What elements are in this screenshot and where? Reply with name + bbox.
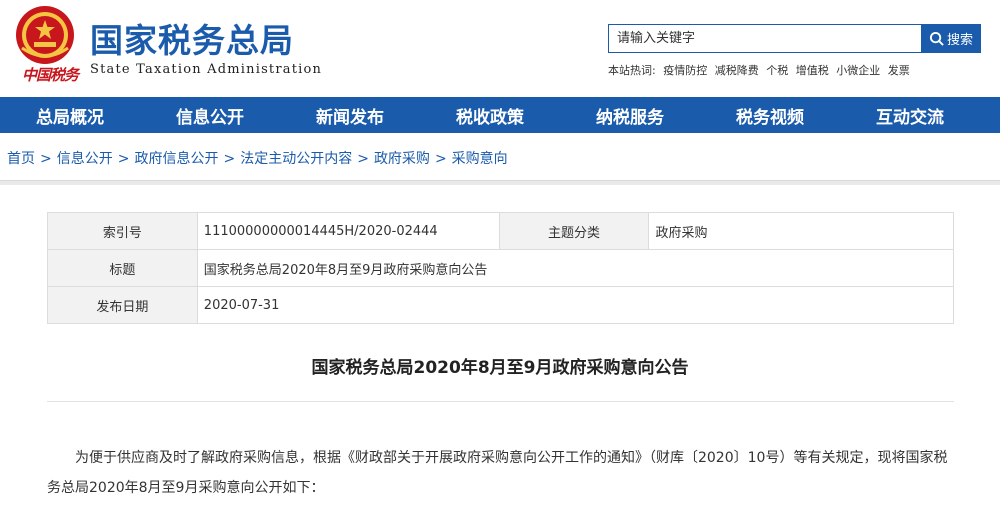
article-divider (47, 401, 954, 402)
nav-item-info-disclosure[interactable]: 信息公开 (140, 97, 280, 133)
breadcrumb-link[interactable]: 首页 (7, 151, 35, 167)
site-title[interactable]: 国家税务总局 (90, 14, 294, 62)
breadcrumb-separator: > (434, 151, 447, 167)
breadcrumb: 首页 > 信息公开 > 政府信息公开 > 法定主动公开内容 > 政府采购 > 采购意向 (7, 148, 508, 168)
hot-word-link[interactable]: 小微企业 (836, 64, 880, 77)
table-row: 标题 国家税务总局2020年8月至9月政府采购意向公告 (47, 249, 955, 287)
logo-script-text: 中国税务 (22, 66, 79, 84)
breadcrumb-separator: > (40, 151, 52, 167)
title-value: 国家税务总局2020年8月至9月政府采购意向公告 (196, 249, 955, 287)
site-subtitle: State Taxation Administration (90, 62, 323, 77)
breadcrumb-separator: > (357, 151, 369, 167)
breadcrumb-link[interactable]: 政府信息公开 (134, 151, 218, 167)
breadcrumb-link[interactable]: 政府采购 (374, 151, 430, 167)
hot-words: 本站热词: 疫情防控 减税降费 个税 增值税 小微企业 发票 (608, 62, 914, 78)
nav-item-tax-video[interactable]: 税务视频 (700, 97, 840, 133)
breadcrumb-separator: > (117, 151, 130, 167)
title-label: 标题 (47, 249, 198, 287)
hot-word-link[interactable]: 减税降费 (715, 64, 759, 77)
search-button[interactable]: 搜索 (921, 24, 981, 53)
nav-item-tax-policy[interactable]: 税收政策 (420, 97, 560, 133)
topic-label: 主题分类 (498, 212, 650, 250)
article-title: 国家税务总局2020年8月至9月政府采购意向公告 (311, 358, 689, 378)
content-area: 索引号 11100000000014445H/2020-02444 主题分类 政… (0, 185, 1000, 515)
date-value: 2020-07-31 (196, 286, 955, 324)
site-header: 中国税务 国家税务总局 State Taxation Administratio… (0, 0, 1000, 97)
hot-word-link[interactable]: 增值税 (796, 64, 829, 77)
index-value: 11100000000014445H/2020-02444 (196, 212, 500, 250)
search-icon (929, 31, 944, 46)
nav-item-interaction[interactable]: 互动交流 (840, 97, 980, 133)
table-row: 发布日期 2020-07-31 (47, 286, 955, 324)
topic-value: 政府采购 (648, 212, 954, 250)
main-nav: 总局概况 信息公开 新闻发布 税收政策 纳税服务 税务视频 互动交流 (0, 97, 1000, 133)
table-row: 索引号 11100000000014445H/2020-02444 主题分类 政… (47, 212, 954, 250)
breadcrumb-separator: > (223, 151, 236, 167)
hot-word-link[interactable]: 个税 (766, 64, 788, 77)
nav-item-overview[interactable]: 总局概况 (0, 97, 140, 133)
nav-item-taxpayer-service[interactable]: 纳税服务 (560, 97, 700, 133)
index-label: 索引号 (47, 212, 198, 250)
breadcrumb-link[interactable]: 法定主动公开内容 (240, 151, 352, 167)
article-body: 为便于供应商及时了解政府采购信息，根据《财政部关于开展政府采购意向公开工作的通知… (47, 450, 948, 496)
nav-item-news[interactable]: 新闻发布 (280, 97, 420, 133)
hot-word-link[interactable]: 发票 (888, 64, 910, 77)
tax-emblem-icon[interactable] (14, 4, 76, 66)
breadcrumb-link-current[interactable]: 采购意向 (452, 151, 508, 167)
breadcrumb-link[interactable]: 信息公开 (57, 151, 113, 167)
hot-words-label: 本站热词: (608, 64, 656, 77)
date-label: 发布日期 (47, 286, 198, 324)
document-meta-table: 索引号 11100000000014445H/2020-02444 主题分类 政… (47, 212, 955, 324)
hot-word-link[interactable]: 疫情防控 (663, 64, 707, 77)
search-button-label: 搜索 (946, 33, 973, 48)
search-input[interactable]: 请输入关键字 (608, 24, 922, 53)
